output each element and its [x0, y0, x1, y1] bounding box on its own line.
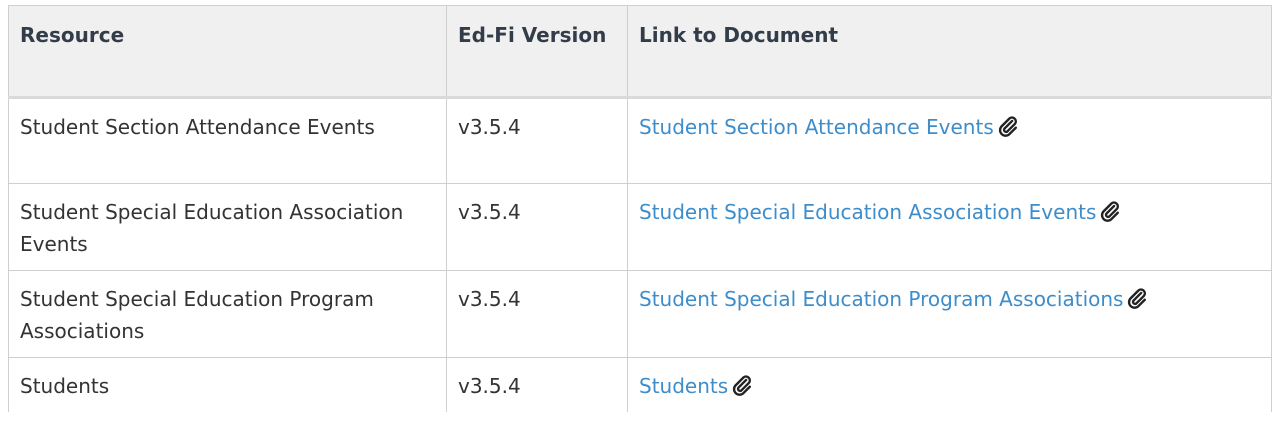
document-link[interactable]: Student Special Education Program Associ… [639, 287, 1148, 311]
document-link-text: Students [639, 374, 729, 398]
paperclip-icon [1126, 287, 1148, 309]
table-header: Resource Ed-Fi Version Link to Document [8, 5, 1272, 99]
document-link[interactable]: Students [639, 374, 753, 398]
resource-cell: Student Special Education Association Ev… [8, 183, 447, 271]
link-cell: Student Special Education Program Associ… [627, 270, 1272, 358]
header-row: Resource Ed-Fi Version Link to Document [8, 5, 1272, 99]
document-link[interactable]: Student Section Attendance Events [639, 115, 1019, 139]
link-cell: Students [627, 357, 1272, 412]
document-link-text: Student Section Attendance Events [639, 115, 994, 139]
document-link-text: Student Special Education Program Associ… [639, 287, 1124, 311]
version-cell: v3.5.4 [446, 183, 628, 271]
paperclip-icon [997, 115, 1019, 137]
link-cell: Student Special Education Association Ev… [627, 183, 1272, 271]
column-header-version: Ed-Fi Version [446, 5, 628, 99]
version-cell: v3.5.4 [446, 270, 628, 358]
paperclip-icon [731, 374, 753, 396]
document-link-text: Student Special Education Association Ev… [639, 200, 1097, 224]
version-cell: v3.5.4 [446, 357, 628, 412]
resource-table: Resource Ed-Fi Version Link to Document … [8, 5, 1272, 412]
link-cell: Student Section Attendance Events [627, 97, 1272, 184]
table-row: Student Special Education Association Ev… [8, 183, 1272, 271]
resource-cell: Students [8, 357, 447, 412]
table-row: Students v3.5.4 Students [8, 357, 1272, 412]
paperclip-icon [1099, 200, 1121, 222]
resource-cell: Student Section Attendance Events [8, 97, 447, 184]
column-header-link: Link to Document [627, 5, 1272, 99]
document-link[interactable]: Student Special Education Association Ev… [639, 200, 1121, 224]
column-header-resource: Resource [8, 5, 447, 99]
version-cell: v3.5.4 [446, 97, 628, 184]
table-row: Student Special Education Program Associ… [8, 270, 1272, 358]
table-row: Student Section Attendance Events v3.5.4… [8, 97, 1272, 184]
resource-cell: Student Special Education Program Associ… [8, 270, 447, 358]
table-body: Student Section Attendance Events v3.5.4… [8, 97, 1272, 412]
